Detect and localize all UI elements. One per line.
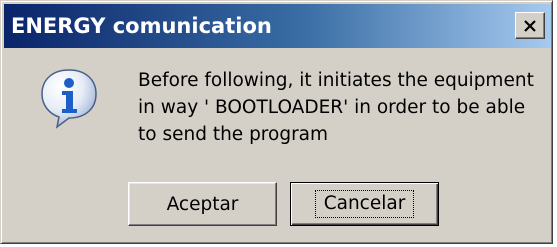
info-icon [41,69,97,129]
message-text: Before following, it initiates the equip… [138,70,534,145]
title-bar[interactable]: ENERGY comunication [4,4,551,48]
message-dialog: ENERGY comunication Before following, it… [0,0,553,244]
window-title: ENERGY comunication [11,14,272,38]
close-button[interactable] [515,12,545,39]
close-icon [524,19,536,32]
accept-button[interactable]: Aceptar [128,182,277,226]
accept-button-label: Aceptar [166,193,239,215]
cancel-button-label: Cancelar [314,190,415,218]
cancel-button[interactable]: Cancelar [290,182,439,226]
